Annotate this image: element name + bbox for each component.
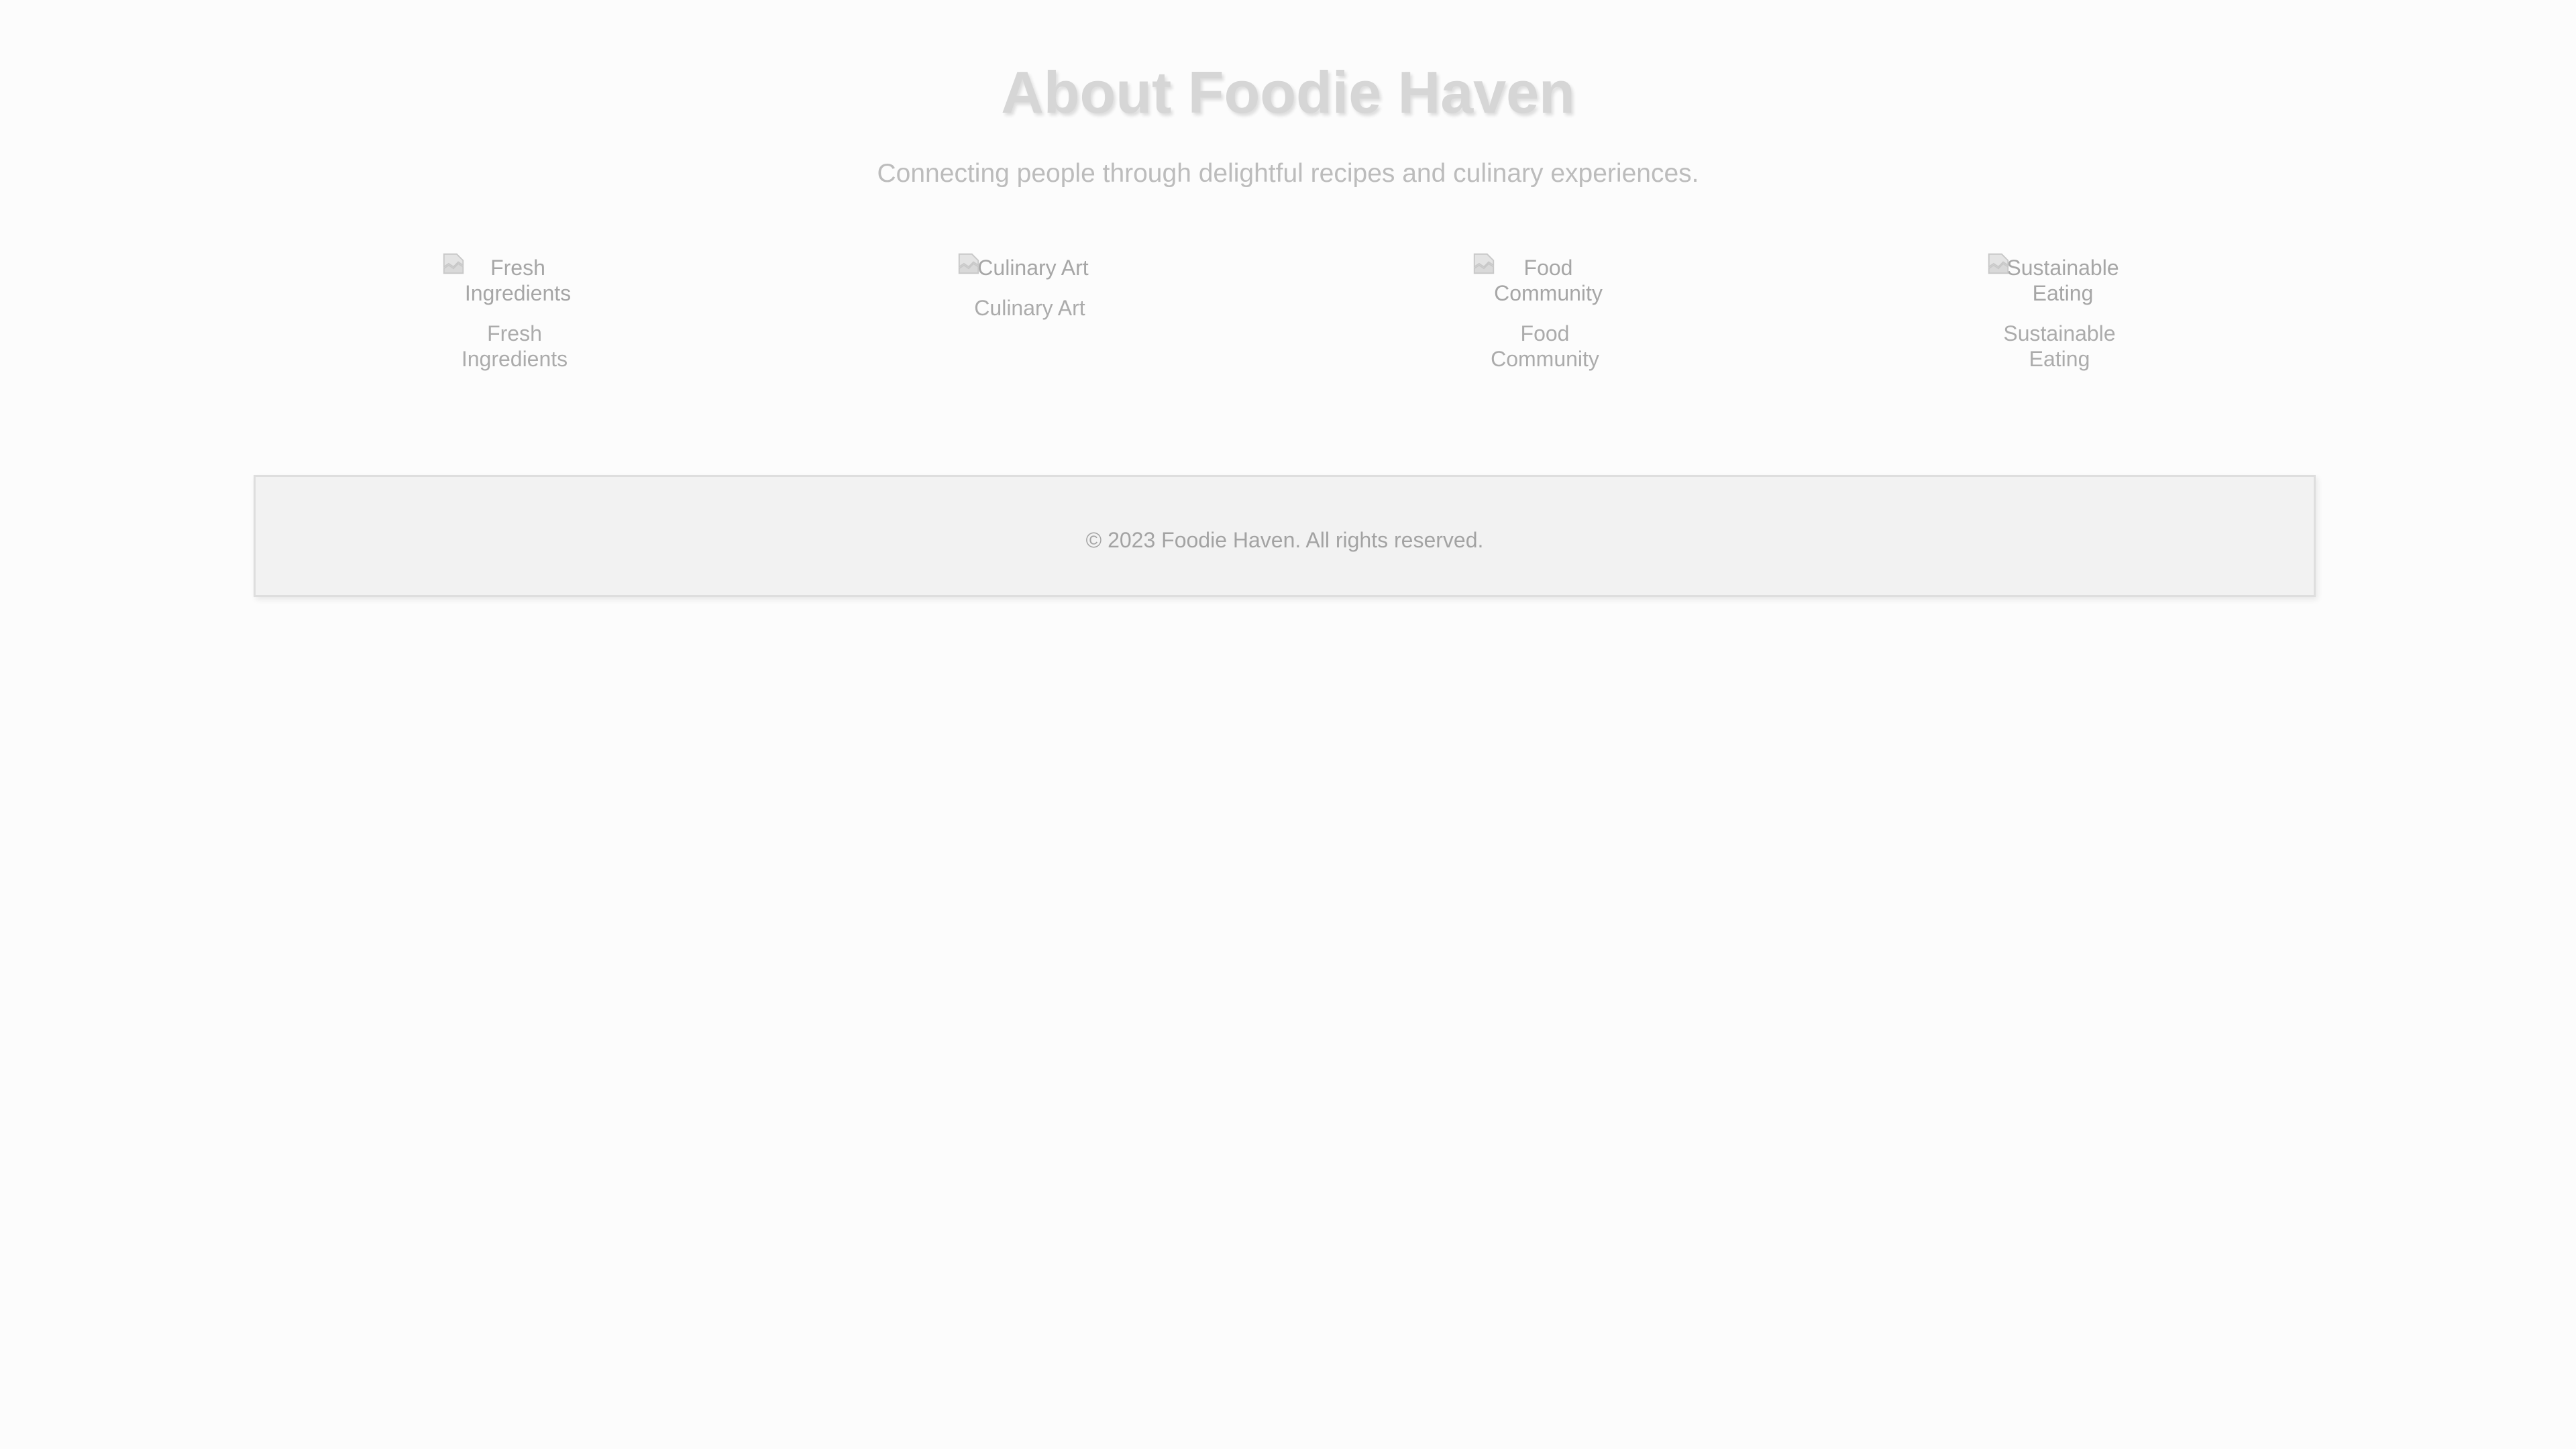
feature-caption: Culinary Art <box>974 296 1085 320</box>
feature-image-alt-text: Culinary Art <box>977 256 1089 280</box>
page-subtitle: Connecting people through delightful rec… <box>877 159 1699 188</box>
feature-caption: Sustainable Eating <box>2003 321 2116 371</box>
page-title: About Foodie Haven <box>1001 59 1575 125</box>
broken-image-icon <box>443 253 464 274</box>
feature-image: Fresh Ingredients <box>441 250 588 306</box>
feature-image: Sustainable Eating <box>1986 250 2133 306</box>
feature-image: Food Community <box>1471 250 1619 306</box>
broken-image-icon <box>1473 253 1495 274</box>
feature-food-community: Food Community Food Community <box>1471 250 1619 372</box>
features-row: Fresh Ingredients Fresh Ingredients Culi… <box>0 250 2576 397</box>
feature-image: Culinary Art <box>956 250 1104 280</box>
feature-caption: Food Community <box>1491 321 1599 371</box>
broken-image-icon <box>958 253 979 274</box>
feature-sustainable-eating: Sustainable Eating Sustainable Eating <box>1986 250 2133 372</box>
feature-caption: Fresh Ingredients <box>461 321 568 371</box>
feature-culinary-art: Culinary Art Culinary Art <box>956 250 1104 321</box>
copyright-text: © 2023 Foodie Haven. All rights reserved… <box>1085 528 1484 552</box>
about-page: About Foodie Haven Connecting people thr… <box>0 0 2576 1449</box>
feature-fresh-ingredients: Fresh Ingredients Fresh Ingredients <box>441 250 588 372</box>
broken-image-icon <box>1988 253 2009 274</box>
page-footer: © 2023 Foodie Haven. All rights reserved… <box>254 475 2316 597</box>
